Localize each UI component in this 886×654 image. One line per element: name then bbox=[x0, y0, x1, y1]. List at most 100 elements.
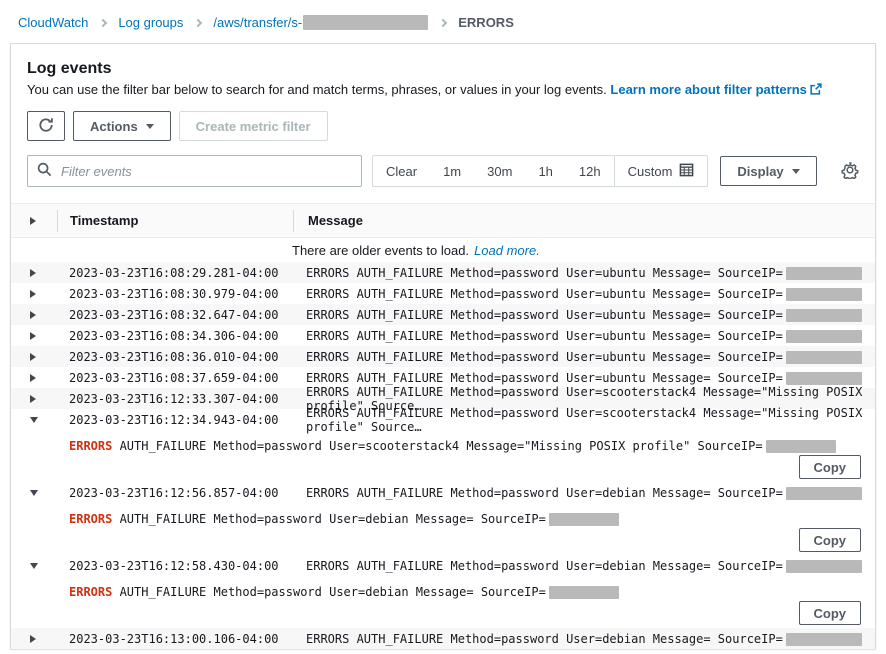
page-description: You can use the filter bar below to sear… bbox=[27, 82, 859, 99]
copy-button[interactable]: Copy bbox=[799, 455, 862, 479]
time-range-selector: Clear 1m 30m 1h 12h Custom bbox=[372, 155, 708, 187]
log-event-row[interactable]: 2023-03-23T16:13:00.106-04:00ERRORS AUTH… bbox=[11, 628, 875, 649]
expanded-event-detail: ERRORS AUTH_FAILURE Method=password User… bbox=[11, 430, 875, 482]
chevron-down-icon bbox=[146, 124, 154, 129]
redaction-blob bbox=[786, 288, 862, 301]
expand-arrow-icon[interactable] bbox=[30, 332, 36, 340]
expand-cell[interactable] bbox=[11, 290, 57, 298]
detail-message: ERRORS AUTH_FAILURE Method=password User… bbox=[69, 585, 861, 599]
load-more-link[interactable]: Load more. bbox=[474, 243, 540, 258]
log-event-row[interactable]: 2023-03-23T16:08:36.010-04:00ERRORS AUTH… bbox=[11, 346, 875, 367]
collapse-arrow-icon[interactable] bbox=[30, 490, 38, 496]
external-link-icon bbox=[810, 83, 822, 98]
event-message: ERRORS AUTH_FAILURE Method=password User… bbox=[292, 486, 875, 500]
expand-cell[interactable] bbox=[11, 269, 57, 277]
preferences-button[interactable] bbox=[837, 159, 863, 184]
breadcrumb-current: ERRORS bbox=[458, 15, 514, 30]
copy-button-row: Copy bbox=[69, 601, 861, 625]
expanded-event-detail: ERRORS AUTH_FAILURE Method=password User… bbox=[11, 503, 875, 555]
expand-cell[interactable] bbox=[11, 395, 57, 403]
error-level-token: ERRORS bbox=[69, 439, 112, 453]
learn-more-label: Learn more about filter patterns bbox=[610, 82, 806, 97]
log-events-table: Timestamp Message There are older events… bbox=[11, 203, 875, 649]
copy-button[interactable]: Copy bbox=[799, 601, 862, 625]
display-button[interactable]: Display bbox=[720, 156, 816, 186]
collapse-arrow-icon[interactable] bbox=[30, 417, 38, 423]
copy-button-row: Copy bbox=[69, 528, 861, 552]
expand-arrow-icon[interactable] bbox=[30, 269, 36, 277]
time-range-30m[interactable]: 30m bbox=[474, 156, 525, 186]
breadcrumb-separator-icon bbox=[439, 18, 447, 26]
expand-arrow-icon[interactable] bbox=[30, 353, 36, 361]
actions-button[interactable]: Actions bbox=[73, 111, 171, 141]
detail-message-text: AUTH_FAILURE Method=password User=debian… bbox=[112, 512, 545, 526]
redaction-blob bbox=[549, 586, 619, 599]
expand-all-column[interactable] bbox=[11, 217, 57, 225]
redaction-blob bbox=[786, 267, 862, 280]
redaction-blob bbox=[786, 487, 862, 500]
expand-cell[interactable] bbox=[11, 563, 57, 569]
actions-toolbar: Actions Create metric filter bbox=[11, 99, 875, 141]
event-message: ERRORS AUTH_FAILURE Method=password User… bbox=[292, 559, 875, 573]
log-events-panel: Log events You can use the filter bar be… bbox=[10, 43, 876, 649]
collapse-arrow-icon[interactable] bbox=[30, 563, 38, 569]
message-column-header: Message bbox=[294, 213, 875, 228]
expand-arrow-icon[interactable] bbox=[30, 217, 36, 225]
learn-more-link[interactable]: Learn more about filter patterns bbox=[610, 82, 821, 97]
breadcrumb-separator-icon bbox=[194, 18, 202, 26]
time-range-1h[interactable]: 1h bbox=[525, 156, 565, 186]
redaction-blob bbox=[786, 330, 862, 343]
breadcrumb-log-group-link[interactable]: /aws/transfer/s- bbox=[213, 15, 428, 30]
refresh-icon bbox=[38, 117, 54, 136]
time-range-1m[interactable]: 1m bbox=[430, 156, 474, 186]
error-level-token: ERRORS bbox=[69, 512, 112, 526]
expand-cell[interactable] bbox=[11, 490, 57, 496]
table-header: Timestamp Message bbox=[11, 204, 875, 238]
event-message: ERRORS AUTH_FAILURE Method=password User… bbox=[292, 308, 875, 322]
event-timestamp: 2023-03-23T16:08:32.647-04:00 bbox=[57, 308, 292, 322]
expand-arrow-icon[interactable] bbox=[30, 635, 36, 643]
event-message-text: ERRORS AUTH_FAILURE Method=password User… bbox=[306, 632, 783, 646]
copy-button[interactable]: Copy bbox=[799, 528, 862, 552]
event-message-text: ERRORS AUTH_FAILURE Method=password User… bbox=[306, 406, 862, 434]
event-message: ERRORS AUTH_FAILURE Method=password User… bbox=[292, 632, 875, 646]
refresh-button[interactable] bbox=[27, 111, 65, 141]
expand-arrow-icon[interactable] bbox=[30, 311, 36, 319]
older-events-row: There are older events to load. Load mor… bbox=[11, 238, 875, 262]
expand-cell[interactable] bbox=[11, 374, 57, 382]
panel-header: Log events You can use the filter bar be… bbox=[11, 44, 875, 99]
search-icon bbox=[37, 162, 52, 180]
filter-events-input[interactable] bbox=[59, 163, 352, 180]
expand-arrow-icon[interactable] bbox=[30, 374, 36, 382]
create-metric-filter-button[interactable]: Create metric filter bbox=[179, 111, 328, 141]
redaction-blob bbox=[766, 440, 836, 453]
event-message-text: ERRORS AUTH_FAILURE Method=password User… bbox=[306, 559, 783, 573]
time-range-custom[interactable]: Custom bbox=[614, 156, 708, 186]
log-event-row[interactable]: 2023-03-23T16:08:32.647-04:00ERRORS AUTH… bbox=[11, 304, 875, 325]
log-event-row[interactable]: 2023-03-23T16:12:56.857-04:00ERRORS AUTH… bbox=[11, 482, 875, 503]
filter-events-searchbox[interactable] bbox=[27, 155, 362, 187]
event-message-text: ERRORS AUTH_FAILURE Method=password User… bbox=[306, 371, 783, 385]
time-range-clear[interactable]: Clear bbox=[373, 156, 430, 186]
actions-label: Actions bbox=[90, 119, 138, 134]
expand-cell[interactable] bbox=[11, 635, 57, 643]
breadcrumb-log-groups-link[interactable]: Log groups bbox=[118, 15, 183, 30]
event-timestamp: 2023-03-23T16:12:56.857-04:00 bbox=[57, 486, 292, 500]
expand-cell[interactable] bbox=[11, 332, 57, 340]
log-event-row[interactable]: 2023-03-23T16:08:34.306-04:00ERRORS AUTH… bbox=[11, 325, 875, 346]
log-event-row[interactable]: 2023-03-23T16:12:58.430-04:00ERRORS AUTH… bbox=[11, 555, 875, 576]
log-event-row[interactable]: 2023-03-23T16:08:29.281-04:00ERRORS AUTH… bbox=[11, 262, 875, 283]
log-event-row[interactable]: 2023-03-23T16:08:30.979-04:00ERRORS AUTH… bbox=[11, 283, 875, 304]
breadcrumb-cloudwatch-link[interactable]: CloudWatch bbox=[18, 15, 88, 30]
expand-cell[interactable] bbox=[11, 311, 57, 319]
time-range-12h[interactable]: 12h bbox=[566, 156, 614, 186]
expand-arrow-icon[interactable] bbox=[30, 290, 36, 298]
expand-arrow-icon[interactable] bbox=[30, 395, 36, 403]
error-level-token: ERRORS bbox=[69, 585, 112, 599]
log-event-row[interactable]: 2023-03-23T16:12:34.943-04:00ERRORS AUTH… bbox=[11, 409, 875, 430]
event-message: ERRORS AUTH_FAILURE Method=password User… bbox=[292, 350, 875, 364]
redaction-blob bbox=[786, 372, 862, 385]
event-timestamp: 2023-03-23T16:12:34.943-04:00 bbox=[57, 413, 292, 427]
expand-cell[interactable] bbox=[11, 353, 57, 361]
expand-cell[interactable] bbox=[11, 417, 57, 423]
